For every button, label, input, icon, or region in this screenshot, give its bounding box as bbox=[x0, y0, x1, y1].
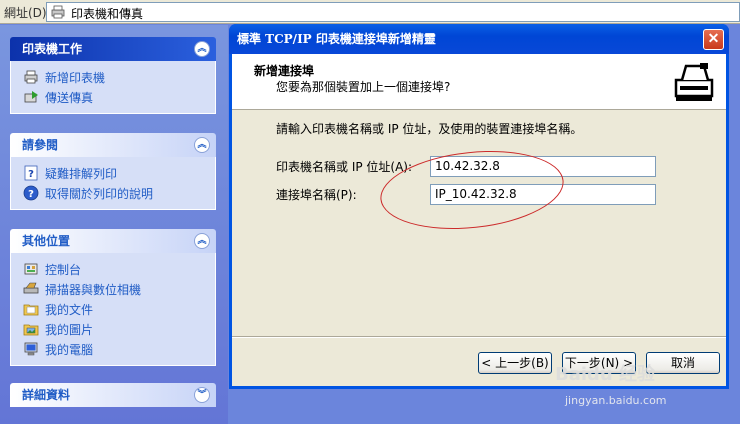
link-printing-help[interactable]: ? 取得關於列印的說明 bbox=[23, 183, 215, 203]
collapse-chevron-icon[interactable]: ︽ bbox=[194, 41, 210, 57]
baidu-watermark: Baidu 经验 bbox=[555, 364, 656, 385]
printer-folder-icon bbox=[51, 5, 65, 19]
scanner-icon bbox=[23, 282, 39, 294]
dialog-body: 新增連接埠 您要為那個裝置加上一個連接埠? 請輸入印表機名稱或 IP 位址，及使… bbox=[232, 54, 726, 386]
link-label: 疑難排解列印 bbox=[45, 166, 118, 181]
group-title: 詳細資料 bbox=[22, 388, 71, 402]
link-label: 掃描器與數位相機 bbox=[45, 282, 142, 297]
printer-tasks-header[interactable]: 印表機工作 ︽ bbox=[10, 37, 216, 61]
footer-separator bbox=[232, 336, 726, 338]
send-fax-icon bbox=[24, 91, 38, 103]
port-name-label: 連接埠名稱(P): bbox=[276, 188, 357, 202]
group-title: 印表機工作 bbox=[22, 42, 83, 56]
link-my-computer[interactable]: 我的電腦 bbox=[23, 339, 215, 359]
printer-port-icon bbox=[670, 60, 718, 104]
printer-name-label: 印表機名稱或 IP 位址(A): bbox=[276, 160, 413, 174]
computer-icon bbox=[24, 342, 38, 356]
wizard-header: 新增連接埠 您要為那個裝置加上一個連接埠? bbox=[232, 54, 726, 110]
add-printer-icon bbox=[24, 70, 38, 84]
task-label: 新增印表機 bbox=[45, 70, 106, 85]
see-also-body: ? 疑難排解列印 ? 取得關於列印的說明 bbox=[10, 157, 216, 210]
group-title: 請參閱 bbox=[22, 138, 59, 152]
back-button[interactable]: < 上一步(B) bbox=[478, 352, 552, 374]
other-places-group: 其他位置 ︽ 控制台 掃描器與數位相機 我的文件 我的圖片 我的電腦 bbox=[10, 229, 216, 366]
address-label: 網址(D) bbox=[4, 6, 47, 20]
dialog-title-bar[interactable]: 標準 TCP/IP 印表機連接埠新增精靈 ✕ bbox=[229, 24, 729, 54]
close-icon[interactable]: ✕ bbox=[703, 29, 724, 50]
baidu-watermark-url: jingyan.baidu.com bbox=[565, 394, 667, 407]
link-label: 我的電腦 bbox=[45, 342, 94, 357]
link-scanners-cameras[interactable]: 掃描器與數位相機 bbox=[23, 279, 215, 299]
link-my-pictures[interactable]: 我的圖片 bbox=[23, 319, 215, 339]
address-input[interactable]: 印表機和傳真 bbox=[46, 2, 740, 22]
printer-tasks-group: 印表機工作 ︽ 新增印表機 傳送傳真 bbox=[10, 37, 216, 114]
task-pane: 印表機工作 ︽ 新增印表機 傳送傳真 請參閱 ︽ ? 疑難排解列印 ? 取得關於… bbox=[0, 25, 228, 424]
cancel-button[interactable]: 取消 bbox=[646, 352, 720, 374]
other-places-body: 控制台 掃描器與數位相機 我的文件 我的圖片 我的電腦 bbox=[10, 253, 216, 366]
link-my-documents[interactable]: 我的文件 bbox=[23, 299, 215, 319]
expand-chevron-icon[interactable]: ︾ bbox=[194, 387, 210, 403]
help-icon: ? bbox=[23, 185, 39, 201]
svg-text:?: ? bbox=[28, 169, 34, 180]
group-title: 其他位置 bbox=[22, 234, 71, 248]
address-value: 印表機和傳真 bbox=[71, 7, 144, 21]
instruction-text: 請輸入印表機名稱或 IP 位址，及使用的裝置連接埠名稱。 bbox=[276, 122, 583, 136]
link-label: 取得關於列印的說明 bbox=[45, 186, 154, 201]
wizard-header-subtitle: 您要為那個裝置加上一個連接埠? bbox=[276, 80, 451, 94]
task-label: 傳送傳真 bbox=[45, 90, 94, 105]
help-icon: ? bbox=[24, 165, 38, 181]
control-panel-icon bbox=[24, 263, 38, 275]
dialog-title: 標準 TCP/IP 印表機連接埠新增精靈 bbox=[237, 32, 436, 46]
folder-icon bbox=[23, 304, 39, 316]
details-header[interactable]: 詳細資料 ︾ bbox=[10, 383, 216, 407]
tcpip-port-wizard-dialog: 標準 TCP/IP 印表機連接埠新增精靈 ✕ 新增連接埠 您要為那個裝置加上一個… bbox=[229, 24, 729, 389]
collapse-chevron-icon[interactable]: ︽ bbox=[194, 137, 210, 153]
address-bar: 網址(D) 印表機和傳真 bbox=[0, 0, 740, 24]
link-label: 我的文件 bbox=[45, 302, 94, 317]
details-group: 詳細資料 ︾ bbox=[10, 383, 216, 407]
pictures-icon bbox=[23, 324, 39, 336]
link-label: 控制台 bbox=[45, 262, 82, 277]
see-also-header[interactable]: 請參閱 ︽ bbox=[10, 133, 216, 157]
task-send-fax[interactable]: 傳送傳真 bbox=[23, 87, 215, 107]
other-places-header[interactable]: 其他位置 ︽ bbox=[10, 229, 216, 253]
collapse-chevron-icon[interactable]: ︽ bbox=[194, 233, 210, 249]
link-label: 我的圖片 bbox=[45, 322, 94, 337]
see-also-group: 請參閱 ︽ ? 疑難排解列印 ? 取得關於列印的說明 bbox=[10, 133, 216, 210]
wizard-header-title: 新增連接埠 bbox=[254, 64, 315, 78]
task-add-printer[interactable]: 新增印表機 bbox=[23, 67, 215, 87]
svg-text:?: ? bbox=[28, 189, 34, 200]
printer-tasks-body: 新增印表機 傳送傳真 bbox=[10, 61, 216, 114]
link-troubleshoot-printing[interactable]: ? 疑難排解列印 bbox=[23, 163, 215, 183]
link-control-panel[interactable]: 控制台 bbox=[23, 259, 215, 279]
